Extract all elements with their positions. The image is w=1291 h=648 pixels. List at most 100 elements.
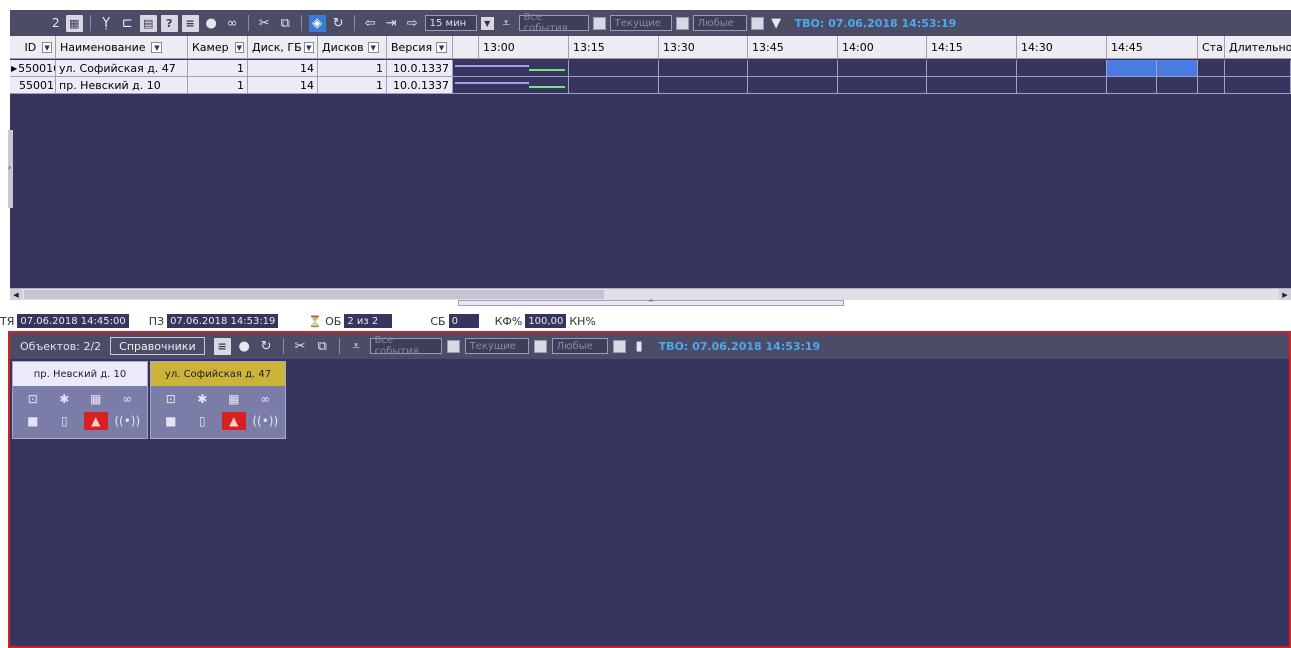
separator xyxy=(338,338,340,354)
sort-icon[interactable]: ⩡ xyxy=(348,338,365,355)
current-checkbox[interactable] xyxy=(533,339,547,353)
table-row[interactable]: ▶ 550016 ул. Софийская д. 47 1 14 1 10.0.… xyxy=(10,60,1291,77)
separator xyxy=(353,15,355,31)
document-icon[interactable]: ▤ xyxy=(139,14,157,32)
all-events-filter[interactable]: Все события xyxy=(518,12,589,34)
scroll-left-icon[interactable]: ◀ xyxy=(10,289,22,300)
monitor-icon[interactable]: ⊡ xyxy=(155,388,187,410)
interval-select[interactable]: 15 мин xyxy=(424,15,477,31)
chevron-down-icon[interactable]: ▼ xyxy=(436,42,448,53)
timeline-cell xyxy=(1017,60,1107,77)
any-filter[interactable]: Любые xyxy=(692,15,747,31)
row-id: 550017 xyxy=(10,77,56,94)
chevron-down-icon[interactable]: ▼ xyxy=(42,42,52,53)
status-cell xyxy=(1198,60,1225,77)
list-icon[interactable]: ≡ xyxy=(181,14,199,32)
column-header-name[interactable]: Наименование ▼ xyxy=(56,36,188,59)
timeline-header-1345: 13:45 xyxy=(748,36,838,59)
alarm-icon[interactable]: ▲ xyxy=(222,412,246,430)
timeline-segment xyxy=(455,65,529,67)
timeline-cell xyxy=(453,60,569,77)
current-checkbox[interactable] xyxy=(675,16,689,30)
object-card[interactable]: ул. Софийская д. 47 ⊡ ✱ ▦ ∞ ■ ▯ ▲ ((•)) xyxy=(150,361,286,439)
help-icon[interactable]: ? xyxy=(160,14,178,32)
all-events-checkbox[interactable] xyxy=(446,339,460,353)
gear-icon[interactable]: ✱ xyxy=(49,388,81,410)
export-icon[interactable]: ◈ xyxy=(308,14,326,32)
separator xyxy=(247,15,249,31)
object-card-title: ул. Софийская д. 47 xyxy=(151,362,285,386)
any-checkbox[interactable] xyxy=(612,339,626,353)
column-header-status[interactable]: Ста xyxy=(1198,36,1225,59)
chevron-down-icon[interactable]: ▼ xyxy=(367,42,379,53)
timeline-cell-active xyxy=(1157,60,1198,77)
objects-toolbar: Объектов: 2/2 Справочники ≡ ● ↻ ✂ ⧉ ⩡ Вс… xyxy=(10,333,1289,359)
timeline-cell xyxy=(1107,77,1157,94)
current-filter[interactable]: Текущие xyxy=(609,15,672,31)
sb-value: 0 xyxy=(448,314,479,328)
jump-end-icon[interactable]: ⇥ xyxy=(383,15,400,32)
camera-icon[interactable]: ■ xyxy=(155,410,187,432)
table-row[interactable]: 550017 пр. Невский д. 10 1 14 1 10.0.133… xyxy=(10,77,1291,94)
any-checkbox[interactable] xyxy=(750,16,764,30)
alarm-icon[interactable]: ▲ xyxy=(84,412,108,430)
arrow-right-icon[interactable]: ⇨ xyxy=(404,15,421,32)
refresh-icon[interactable]: ↻ xyxy=(258,338,275,355)
chevron-down-icon[interactable]: ▼ xyxy=(480,16,494,30)
book-icon[interactable]: ▮ xyxy=(631,338,648,355)
chevron-down-icon[interactable]: ▼ xyxy=(303,42,314,53)
info-icon[interactable]: ● xyxy=(236,338,253,355)
film-icon[interactable]: ▦ xyxy=(80,388,112,410)
copy-icon[interactable]: ⧉ xyxy=(314,338,331,355)
row-id-cell: ▶ 550016 xyxy=(10,60,56,77)
panel-splitter[interactable]: ^ xyxy=(458,300,844,307)
chevron-down-icon[interactable]: ▼ xyxy=(151,42,163,53)
all-events-filter[interactable]: Все события xyxy=(369,335,442,357)
reference-button[interactable]: Справочники xyxy=(110,337,205,355)
door-icon[interactable]: ▯ xyxy=(49,410,81,432)
scissors-icon[interactable]: ✂ xyxy=(256,15,273,32)
sort-icon[interactable]: ⩡ xyxy=(498,15,515,32)
arrow-left-icon[interactable]: ⇦ xyxy=(362,15,379,32)
timeline-cell xyxy=(659,77,748,94)
any-filter[interactable]: Любые xyxy=(551,338,608,354)
column-header-disk[interactable]: Диск, ГБ ▼ xyxy=(248,36,318,59)
timeline-cell xyxy=(453,77,569,94)
column-header-version[interactable]: Версия ▼ xyxy=(387,36,453,59)
copy-icon[interactable]: ⧉ xyxy=(277,15,294,32)
main-toolbar: 2 ▦ Ỵ ⊏ ▤ ? ≡ ● ∞ ✂ ⧉ ◈ ↻ ⇦ ⇥ ⇨ 15 мин ▼… xyxy=(10,10,1291,36)
broadcast-icon[interactable]: ((•)) xyxy=(112,410,144,432)
funnel-icon[interactable]: ▼ xyxy=(768,15,785,32)
chevron-down-icon[interactable]: ▼ xyxy=(234,42,244,53)
camera-icon[interactable]: ■ xyxy=(17,410,49,432)
duration-cell xyxy=(1225,60,1291,77)
gear-icon[interactable]: ✱ xyxy=(187,388,219,410)
column-header-id[interactable]: ID ▼ xyxy=(10,36,56,59)
column-header-disks[interactable]: Дисков ▼ xyxy=(318,36,387,59)
timeline-cell xyxy=(569,77,659,94)
all-events-checkbox[interactable] xyxy=(592,16,606,30)
voicemail-icon[interactable]: ∞ xyxy=(112,388,144,410)
timeline-header-1445: 14:45 xyxy=(1107,36,1198,59)
refresh-icon[interactable]: ↻ xyxy=(330,15,347,32)
current-filter[interactable]: Текущие xyxy=(464,338,529,354)
broadcast-icon[interactable]: ((•)) xyxy=(250,410,282,432)
filter-tree-icon[interactable]: Ỵ xyxy=(98,15,115,32)
chevron-right-icon[interactable]: › xyxy=(8,163,11,172)
monitor-icon[interactable]: ⊡ xyxy=(17,388,49,410)
list-icon[interactable]: ≡ xyxy=(213,337,231,355)
scissors-icon[interactable]: ✂ xyxy=(292,338,309,355)
row-cameras: 1 xyxy=(188,60,248,77)
info-icon[interactable]: ● xyxy=(203,15,220,32)
column-header-cameras[interactable]: Камер ▼ xyxy=(188,36,248,59)
door-icon[interactable]: ▯ xyxy=(187,410,219,432)
scrollbar-thumb[interactable] xyxy=(24,290,604,299)
object-card[interactable]: пр. Невский д. 10 ⊡ ✱ ▦ ∞ ■ ▯ ▲ ((•)) xyxy=(12,361,148,439)
voicemail-icon[interactable]: ∞ xyxy=(224,15,241,32)
tree-icon[interactable]: ⊏ xyxy=(119,15,136,32)
grid-icon[interactable]: ▦ xyxy=(65,14,83,32)
scroll-right-icon[interactable]: ▶ xyxy=(1279,289,1291,300)
voicemail-icon[interactable]: ∞ xyxy=(250,388,282,410)
film-icon[interactable]: ▦ xyxy=(218,388,250,410)
column-header-duration[interactable]: Длительно xyxy=(1225,36,1291,59)
